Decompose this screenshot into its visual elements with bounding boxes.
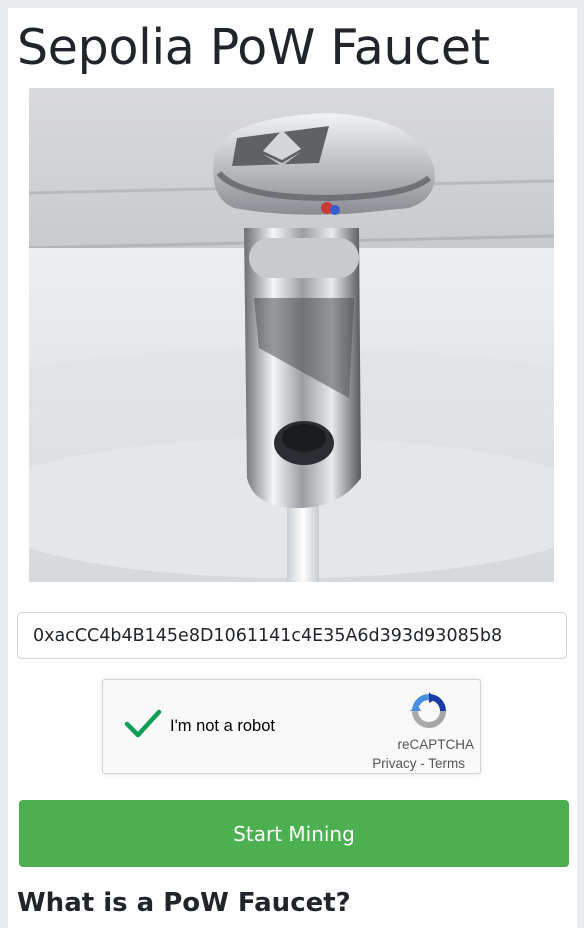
faucet-illustration: [29, 88, 554, 582]
recaptcha-brand: reCAPTCHA: [397, 737, 474, 752]
recaptcha-links-separator: -: [416, 756, 429, 771]
recaptcha-privacy-link[interactable]: Privacy: [372, 756, 416, 771]
recaptcha-checkbox[interactable]: [123, 706, 163, 742]
recaptcha-widget: I'm not a robot reCAPTCHA Privacy - Term…: [102, 679, 481, 774]
recaptcha-label: I'm not a robot: [170, 717, 275, 735]
faucet-hero-image: [29, 88, 554, 582]
faq-heading: What is a PoW Faucet?: [17, 888, 351, 918]
eth-address-input[interactable]: [17, 612, 567, 659]
recaptcha-links: Privacy - Terms: [372, 756, 465, 771]
recaptcha-terms-link[interactable]: Terms: [428, 756, 465, 771]
checkmark-icon: [124, 709, 162, 738]
page-title: Sepolia PoW Faucet: [17, 19, 490, 76]
recaptcha-logo-icon: [410, 692, 446, 728]
start-mining-button[interactable]: Start Mining: [19, 800, 569, 867]
